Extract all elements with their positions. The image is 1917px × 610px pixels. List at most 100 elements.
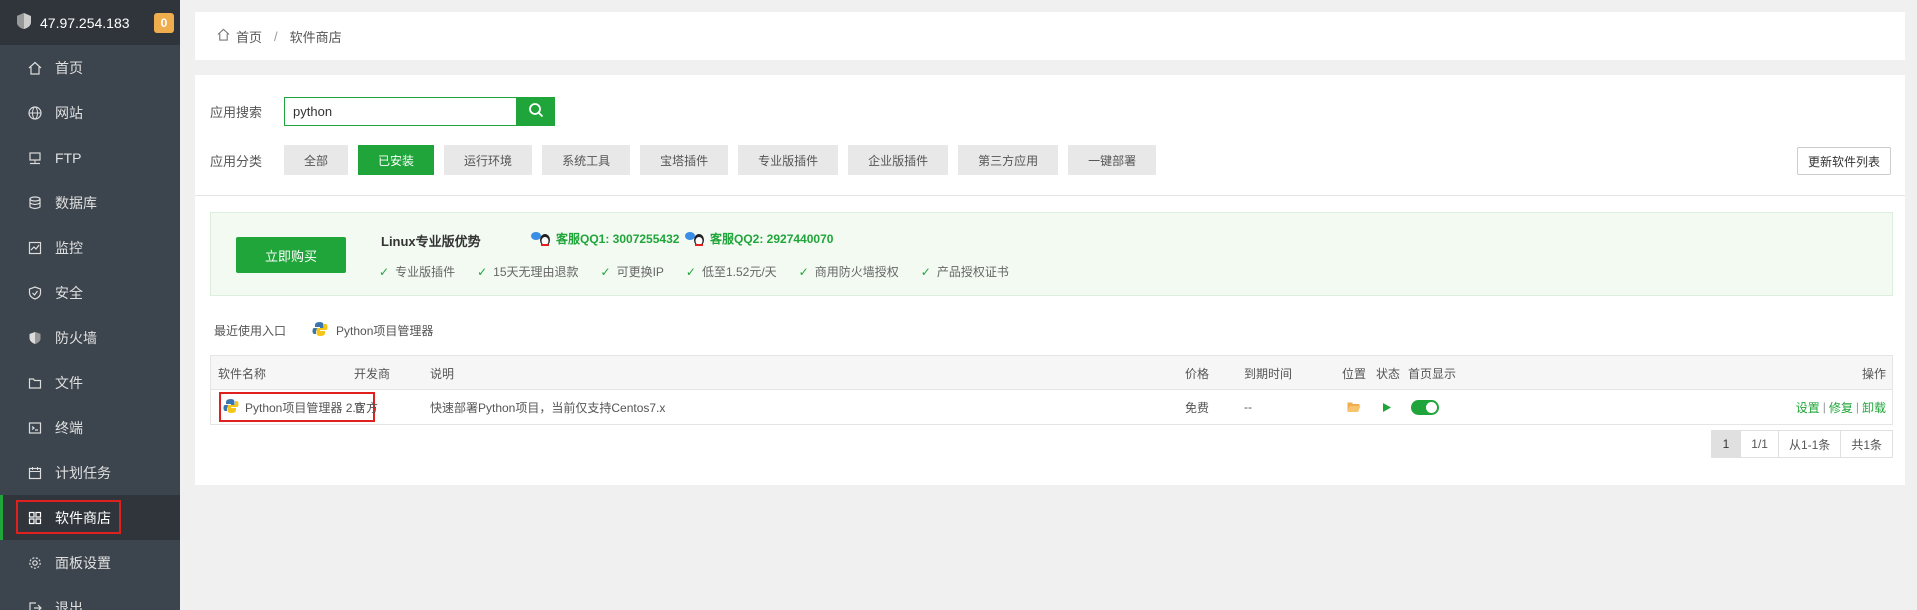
col-name: 软件名称 [218, 366, 267, 381]
check-icon: ✓ [685, 264, 696, 279]
sidebar-item-label: 监控 [55, 239, 83, 256]
sidebar-item-security[interactable]: 安全 [0, 270, 180, 315]
check-icon: ✓ [477, 264, 488, 279]
breadcrumb-current: 软件商店 [289, 29, 342, 45]
sidebar-item-label: 防火墙 [55, 329, 97, 346]
breadcrumb-home[interactable]: 首页 [236, 27, 262, 46]
qq-support-2[interactable]: 客服QQ2: 2927440070 [684, 230, 833, 247]
sidebar-item-firewall[interactable]: 防火墙 [0, 315, 180, 360]
uninstall-link[interactable]: 卸载 [1862, 399, 1886, 416]
category-tab-runtime[interactable]: 运行环境 [444, 145, 533, 175]
qq-icon [530, 231, 552, 247]
feature-text: 低至1.52元/天 [701, 265, 777, 279]
database-icon [27, 195, 43, 211]
page-range: 从1-1条 [1777, 431, 1840, 457]
check-icon: ✓ [920, 264, 931, 279]
sidebar-item-home[interactable]: 首页 [0, 45, 180, 90]
breadcrumb-separator: / [274, 28, 278, 44]
actions-cell: 设置 | 修复 | 卸载 [1796, 390, 1886, 424]
category-tab-system-tools[interactable]: 系统工具 [542, 145, 631, 175]
software-table: 软件名称 开发商 说明 价格 到期时间 位置 状态 首页显示 操作 Python… [210, 355, 1893, 425]
store-panel: 应用搜索 应用分类 全部 已安装 运行环境 系统工具 宝塔插件 专业版插件 企业… [195, 75, 1905, 485]
server-logo-icon [16, 12, 32, 33]
sidebar: 47.97.254.183 0 首页 网站 FTP 数据库 监控 安全 防火墙 … [0, 0, 180, 610]
category-tab-third-party[interactable]: 第三方应用 [958, 145, 1059, 175]
pro-promo-banner: 立即购买 Linux专业版优势 客服QQ1: 3007255432 客服QQ2:… [210, 212, 1893, 296]
sidebar-item-settings[interactable]: 面板设置 [0, 540, 180, 585]
feature-item: ✓ 产品授权证书 [921, 263, 1009, 280]
server-ip: 47.97.254.183 [40, 14, 130, 31]
feature-item: ✓ 低至1.52元/天 [686, 263, 777, 280]
feature-item: ✓ 商用防火墙授权 [799, 263, 899, 280]
qq-support-1[interactable]: 客服QQ1: 3007255432 [530, 230, 679, 247]
category-tab-enterprise-plugins[interactable]: 企业版插件 [848, 145, 949, 175]
category-row: 应用分类 全部 已安装 运行环境 系统工具 宝塔插件 专业版插件 企业版插件 第… [210, 145, 1157, 175]
qq-support-1-text: 客服QQ1: 3007255432 [556, 232, 680, 246]
check-icon: ✓ [798, 264, 809, 279]
sidebar-item-terminal[interactable]: 终端 [0, 405, 180, 450]
server-header: 47.97.254.183 0 [0, 0, 180, 45]
sidebar-item-website[interactable]: 网站 [0, 90, 180, 135]
software-name-cell[interactable]: Python项目管理器 2.0 [223, 390, 362, 424]
col-price: 价格 [1185, 366, 1210, 381]
toggle-switch[interactable] [1411, 399, 1439, 415]
qq-icon [684, 231, 706, 247]
sidebar-item-label: 首页 [55, 59, 83, 76]
table-row: Python项目管理器 2.0 官方 快速部署Python项目，当前仅支持Cen… [211, 390, 1892, 424]
feature-text: 商用防火墙授权 [814, 265, 899, 279]
sidebar-item-ftp[interactable]: FTP [0, 135, 180, 180]
category-tabs: 全部 已安装 运行环境 系统工具 宝塔插件 专业版插件 企业版插件 第三方应用 … [284, 145, 1157, 175]
page-current[interactable]: 1 [1711, 431, 1741, 457]
col-developer: 开发商 [354, 366, 391, 381]
category-tab-all[interactable]: 全部 [284, 145, 349, 175]
feature-item: ✓ 可更换IP [601, 263, 664, 280]
homepage-toggle[interactable] [1411, 390, 1439, 424]
settings-link[interactable]: 设置 [1796, 399, 1820, 416]
home-icon [27, 60, 43, 76]
sidebar-item-monitor[interactable]: 监控 [0, 225, 180, 270]
col-description: 说明 [430, 366, 455, 381]
software-name: Python项目管理器 2.0 [245, 400, 363, 415]
globe-icon [27, 105, 43, 121]
category-tab-one-click-deploy[interactable]: 一键部署 [1068, 145, 1157, 175]
gear-icon [27, 555, 43, 571]
notification-badge[interactable]: 0 [154, 12, 174, 33]
sidebar-item-files[interactable]: 文件 [0, 360, 180, 405]
col-location: 位置 [1342, 366, 1367, 381]
search-label: 应用搜索 [210, 105, 263, 120]
repair-link[interactable]: 修复 [1829, 399, 1853, 416]
pagination: 1 1/1 从1-1条 共1条 [1710, 430, 1893, 458]
feature-text: 产品授权证书 [936, 265, 1009, 279]
sidebar-item-label: 文件 [55, 374, 83, 391]
feature-item: ✓ 15天无理由退款 [477, 263, 578, 280]
feature-list: ✓ 专业版插件 ✓ 15天无理由退款 ✓ 可更换IP ✓ 低至1.52元/天 ✓ 商用防火… [379, 263, 1009, 280]
play-icon[interactable] [1382, 390, 1392, 424]
sidebar-item-database[interactable]: 数据库 [0, 180, 180, 225]
promo-title: Linux专业版优势 [381, 234, 481, 249]
recent-item-python-manager[interactable]: Python项目管理器 [312, 321, 433, 340]
price-cell: 免费 [1185, 400, 1210, 415]
search-icon [528, 102, 544, 121]
refresh-list-button[interactable]: 更新软件列表 [1796, 147, 1891, 175]
feature-text: 专业版插件 [395, 265, 456, 279]
description-cell: 快速部署Python项目，当前仅支持Centos7.x [430, 400, 666, 415]
search-input[interactable] [284, 97, 518, 126]
sidebar-item-store[interactable]: 软件商店 [0, 495, 180, 540]
sidebar-item-cron[interactable]: 计划任务 [0, 450, 180, 495]
category-tab-pro-plugins[interactable]: 专业版插件 [738, 145, 839, 175]
sidebar-item-logout[interactable]: 退出 [0, 585, 180, 610]
sidebar-item-label: 终端 [55, 419, 83, 436]
sidebar-item-label: 退出 [55, 599, 83, 610]
terminal-icon [27, 420, 43, 436]
buy-now-button[interactable]: 立即购买 [236, 237, 346, 273]
sidebar-item-label: 面板设置 [55, 554, 111, 571]
search-button[interactable] [517, 97, 556, 126]
feature-item: ✓ 专业版插件 [379, 263, 455, 280]
search-row: 应用搜索 [210, 97, 556, 126]
col-status: 状态 [1376, 366, 1401, 381]
open-folder-icon[interactable] [1347, 390, 1361, 424]
qq-support-2-text: 客服QQ2: 2927440070 [710, 232, 834, 246]
category-tab-installed[interactable]: 已安装 [358, 145, 435, 175]
check-icon: ✓ [379, 264, 390, 279]
category-tab-bt-plugins[interactable]: 宝塔插件 [640, 145, 729, 175]
